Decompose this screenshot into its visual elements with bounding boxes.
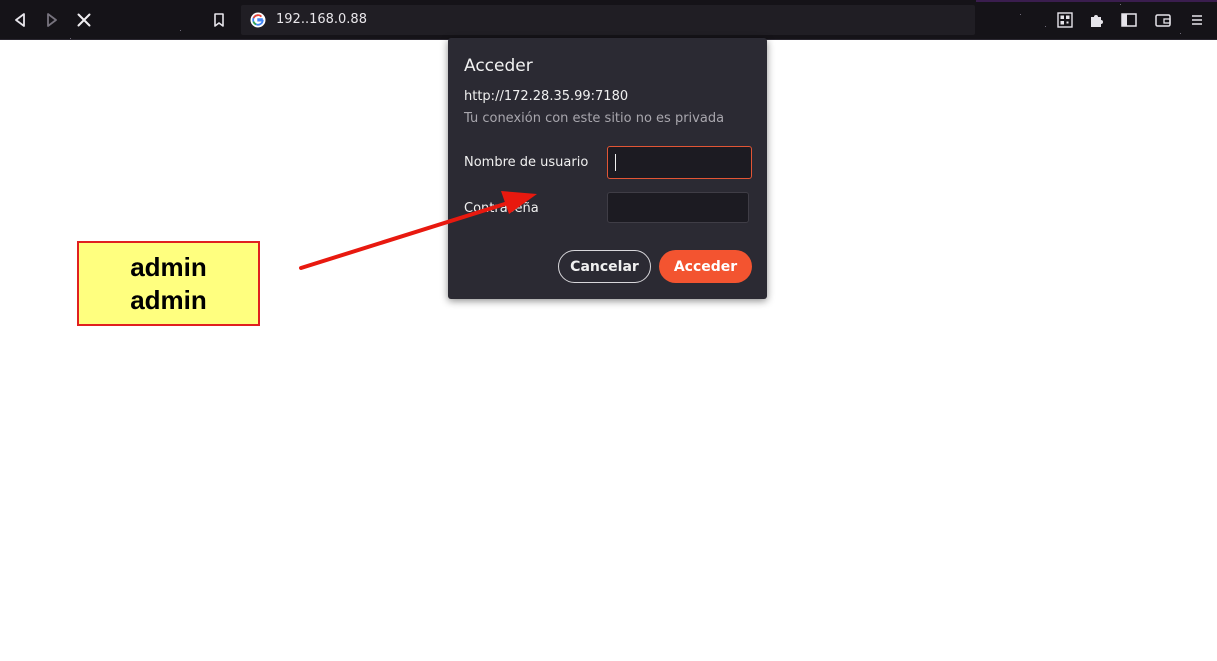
text-caret: [615, 154, 616, 171]
forward-icon: [47, 13, 57, 27]
menu-button[interactable]: [1182, 5, 1212, 35]
username-label: Nombre de usuario: [464, 155, 589, 170]
google-icon: [250, 12, 266, 28]
toolbar-accent-line: [976, 0, 1217, 2]
back-icon: [15, 13, 25, 27]
menu-icon: [1192, 15, 1202, 25]
password-label: Contraseña: [464, 201, 539, 216]
note-password: admin: [130, 284, 207, 315]
sidebar-button[interactable]: [1114, 5, 1144, 35]
back-button[interactable]: [5, 5, 35, 35]
toolbar-speck: [1020, 14, 1021, 15]
dialog-title: Acceder: [464, 56, 533, 76]
credentials-note: admin admin: [77, 241, 260, 326]
submit-button[interactable]: Acceder: [659, 250, 752, 283]
address-bar-url[interactable]: 192..168.0.88: [276, 12, 367, 28]
sidebar-icon: [1121, 13, 1137, 27]
forward-button[interactable]: [37, 5, 67, 35]
wallet-button[interactable]: [1148, 5, 1178, 35]
bookmark-icon: [214, 13, 224, 27]
cancel-button[interactable]: Cancelar: [558, 250, 651, 283]
qr-code-icon: [1057, 12, 1073, 28]
qr-code-button[interactable]: [1050, 5, 1080, 35]
toolbar-speck: [1180, 33, 1181, 34]
toolbar-speck: [180, 30, 181, 31]
toolbar-speck: [1045, 26, 1046, 27]
dialog-privacy-warning: Tu conexión con este sitio no es privada: [464, 111, 725, 126]
username-field[interactable]: [607, 146, 752, 179]
wallet-icon: [1155, 14, 1171, 27]
dialog-site-url: http://172.28.35.99:7180: [464, 89, 629, 104]
extensions-button[interactable]: [1082, 5, 1112, 35]
browser-toolbar: 192..168.0.88: [0, 0, 1217, 40]
password-field[interactable]: [607, 192, 749, 223]
puzzle-icon: [1091, 15, 1103, 27]
note-username: admin: [130, 251, 207, 282]
stop-button[interactable]: [69, 5, 99, 35]
auth-dialog: Acceder http://172.28.35.99:7180 Tu cone…: [448, 38, 767, 299]
bookmark-button[interactable]: [204, 5, 234, 35]
address-bar[interactable]: 192..168.0.88: [241, 5, 975, 35]
stop-icon: [77, 13, 91, 27]
